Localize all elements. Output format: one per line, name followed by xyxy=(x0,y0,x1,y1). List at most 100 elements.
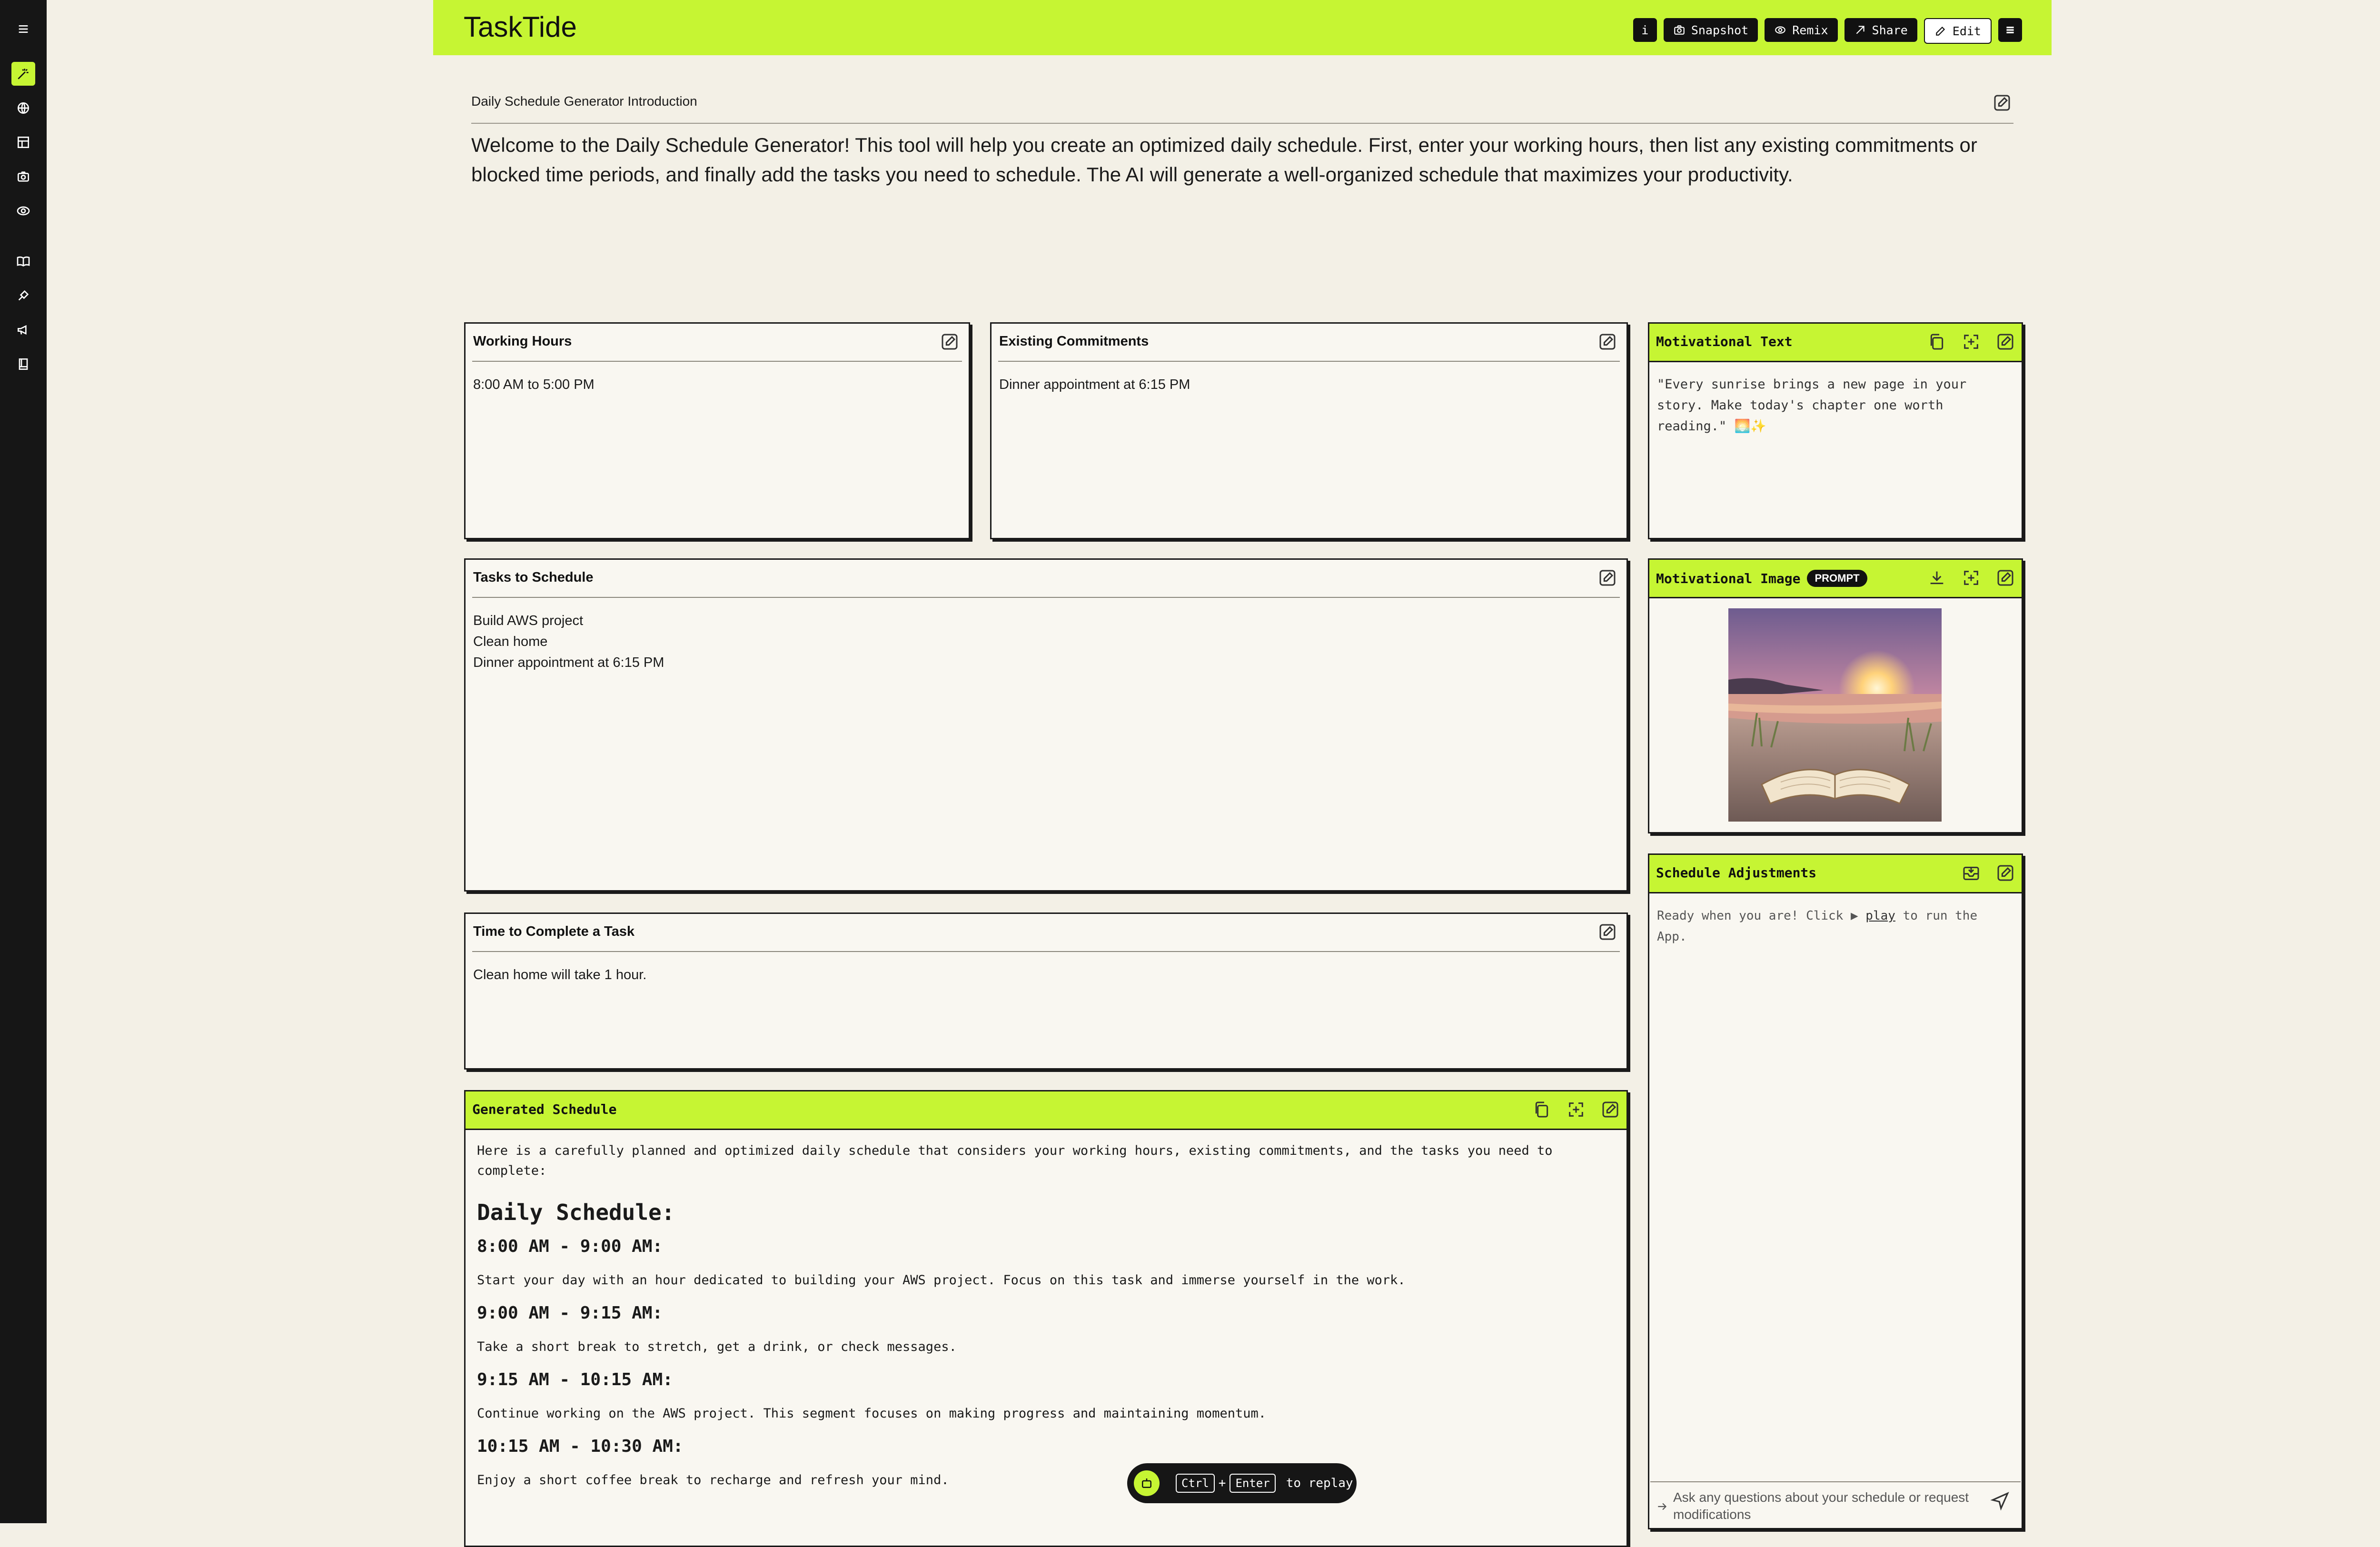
info-button[interactable]: i xyxy=(1633,18,1657,42)
task-item: Build AWS project xyxy=(473,613,584,628)
ready-text: Ready when you are! Click ▶ xyxy=(1657,909,1866,923)
ready-message: Ready when you are! Click ▶ play to run … xyxy=(1657,905,2014,947)
card-header: Motivational Image PROMPT xyxy=(1649,560,2022,598)
card-title: Time to Complete a Task xyxy=(473,924,635,939)
intro-text: Welcome to the Daily Schedule Generator!… xyxy=(471,134,1977,186)
edit-icon[interactable] xyxy=(1996,332,2015,351)
chat-input[interactable]: Ask any questions about your schedule or… xyxy=(1650,1481,2021,1528)
schedule-time-block: 9:00 AM - 9:15 AM: xyxy=(477,1303,663,1323)
copy-icon[interactable] xyxy=(1927,332,1946,351)
time-to-complete-card: Time to Complete a Task Clean home will … xyxy=(464,912,1628,1070)
top-bar: TaskTide i Snapshot Remix Share Edit xyxy=(433,0,2052,55)
tasks-card: Tasks to Schedule Build AWS project Clea… xyxy=(464,558,1628,892)
card-title: Motivational Image PROMPT xyxy=(1656,570,1867,587)
card-title: Existing Commitments xyxy=(999,334,1149,349)
working-hours-card: Working Hours 8:00 AM to 5:00 PM xyxy=(464,322,970,539)
megaphone-icon[interactable] xyxy=(11,318,35,342)
menu-icon xyxy=(2006,26,2014,34)
working-hours-value[interactable]: 8:00 AM to 5:00 PM xyxy=(473,374,961,395)
card-title: Working Hours xyxy=(473,334,572,349)
edit-label: Edit xyxy=(1952,24,1981,38)
commitments-value[interactable]: Dinner appointment at 6:15 PM xyxy=(999,374,1619,395)
edit-icon xyxy=(1936,26,1945,36)
card-title: Tasks to Schedule xyxy=(473,570,594,585)
expand-icon[interactable] xyxy=(1962,568,1981,587)
task-item: Clean home xyxy=(473,634,548,649)
schedule-time-block: 8:00 AM - 9:00 AM: xyxy=(477,1237,663,1256)
layout-icon[interactable] xyxy=(11,130,35,154)
motivational-quote: "Every sunrise brings a new page in your… xyxy=(1657,377,1967,434)
eye-swirl-icon[interactable] xyxy=(11,199,35,223)
expand-icon[interactable] xyxy=(1962,332,1981,351)
globe-icon[interactable] xyxy=(11,96,35,120)
snapshot-label: Snapshot xyxy=(1691,23,1749,37)
edit-icon[interactable] xyxy=(1996,863,2015,883)
schedule-block-desc: Continue working on the AWS project. Thi… xyxy=(477,1406,1267,1421)
edit-icon[interactable] xyxy=(1993,93,2012,112)
app-title: TaskTide xyxy=(464,11,577,43)
intro-divider xyxy=(471,123,2013,124)
robot-icon xyxy=(1134,1470,1160,1496)
card-title: Motivational Text xyxy=(1656,334,1793,349)
schedule-time-block: 10:15 AM - 10:30 AM: xyxy=(477,1437,684,1456)
replay-label: to replay xyxy=(1286,1476,1353,1490)
chat-input-placeholder: Ask any questions about your schedule or… xyxy=(1673,1490,1969,1522)
notebook-icon[interactable] xyxy=(11,352,35,376)
edit-icon[interactable] xyxy=(1598,922,1617,942)
play-link[interactable]: play xyxy=(1865,909,1895,923)
camera-icon xyxy=(1674,25,1685,35)
edit-icon[interactable] xyxy=(940,332,959,351)
magic-wand-icon[interactable] xyxy=(11,62,35,86)
card-title: Schedule Adjustments xyxy=(1656,865,1817,881)
copy-icon[interactable] xyxy=(1532,1100,1551,1119)
sunset-book-image[interactable] xyxy=(1728,608,1942,822)
remix-icon xyxy=(1775,26,1786,34)
info-button-label: i xyxy=(1641,23,1649,37)
enter-key: Enter xyxy=(1230,1474,1276,1493)
generated-schedule-card: Generated Schedule Here is a carefully p… xyxy=(464,1090,1628,1547)
ctrl-key: Ctrl xyxy=(1176,1474,1215,1493)
download-icon[interactable] xyxy=(1927,568,1946,587)
task-item: Dinner appointment at 6:15 PM xyxy=(473,655,664,670)
camera-icon[interactable] xyxy=(11,165,35,188)
time-to-complete-value[interactable]: Clean home will take 1 hour. xyxy=(473,964,1619,985)
edit-icon[interactable] xyxy=(1601,1100,1620,1119)
edit-icon[interactable] xyxy=(1598,332,1617,351)
schedule-time-block: 9:15 AM - 10:15 AM: xyxy=(477,1370,673,1389)
remix-label: Remix xyxy=(1792,23,1828,37)
share-label: Share xyxy=(1872,23,1908,37)
card-header: Tasks to Schedule xyxy=(472,560,1620,598)
schedule-content: Here is a carefully planned and optimize… xyxy=(477,1141,1598,1503)
tasks-list[interactable]: Build AWS project Clean home Dinner appo… xyxy=(473,610,1619,673)
share-arrow-icon xyxy=(1856,26,1864,34)
edit-button[interactable]: Edit xyxy=(1924,18,1992,44)
pen-tool-icon[interactable] xyxy=(11,284,35,307)
book-icon[interactable] xyxy=(11,249,35,273)
replay-hint[interactable]: Ctrl + Enter to replay xyxy=(1127,1463,1357,1503)
toolbar: i Snapshot Remix Share Edit xyxy=(1633,18,2022,44)
arrow-right-icon xyxy=(1658,1503,1667,1510)
menu-icon[interactable] xyxy=(11,17,35,41)
card-header: Working Hours xyxy=(472,324,962,362)
motivational-image-card: Motivational Image PROMPT xyxy=(1648,558,2023,833)
snapshot-button[interactable]: Snapshot xyxy=(1663,18,1758,42)
send-icon[interactable] xyxy=(1990,1491,2010,1511)
inbox-icon[interactable] xyxy=(1962,863,1981,883)
card-header: Motivational Text xyxy=(1649,324,2022,362)
card-title: Generated Schedule xyxy=(472,1101,617,1117)
plus-sign: + xyxy=(1218,1476,1226,1490)
share-button[interactable]: Share xyxy=(1844,18,1917,42)
edit-icon[interactable] xyxy=(1598,568,1617,587)
expand-icon[interactable] xyxy=(1567,1100,1586,1119)
remix-button[interactable]: Remix xyxy=(1765,18,1838,42)
card-header: Time to Complete a Task xyxy=(472,914,1620,952)
schedule-block-desc: Start your day with an hour dedicated to… xyxy=(477,1273,1406,1288)
prompt-badge[interactable]: PROMPT xyxy=(1807,570,1867,587)
edit-icon[interactable] xyxy=(1996,568,2015,587)
schedule-intro: Here is a carefully planned and optimize… xyxy=(477,1143,1553,1178)
motivational-text-card: Motivational Text "Every sunrise brings … xyxy=(1648,322,2023,539)
card-header: Generated Schedule xyxy=(466,1091,1626,1130)
card-header: Schedule Adjustments xyxy=(1649,855,2022,893)
schedule-heading: Daily Schedule: xyxy=(477,1200,675,1225)
main-menu-button[interactable] xyxy=(1998,18,2022,42)
